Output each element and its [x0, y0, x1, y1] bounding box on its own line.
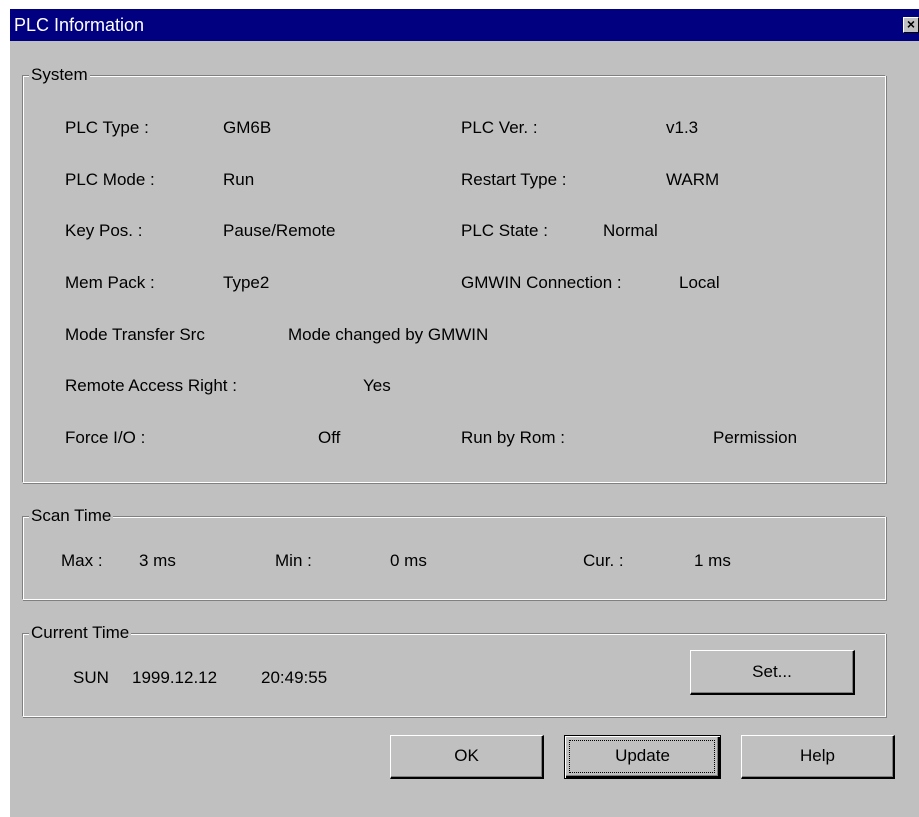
help-button[interactable]: Help	[741, 735, 895, 779]
plc-ver-value: v1.3	[666, 118, 699, 137]
key-pos-label: Key Pos. :	[65, 221, 143, 240]
plc-type-label: PLC Type :	[65, 118, 149, 137]
scan-min-value: 0 ms	[390, 551, 427, 570]
plc-state-value: Normal	[603, 221, 658, 240]
current-date: 1999.12.12	[132, 668, 218, 687]
run-by-rom-value: Permission	[713, 428, 798, 447]
current-clock: 20:49:55	[261, 668, 328, 687]
current-day: SUN	[73, 668, 109, 687]
restart-type-label: Restart Type :	[461, 170, 567, 189]
ok-button[interactable]: OK	[390, 735, 544, 779]
system-group: System PLC Type : GM6B PLC Ver. : v1.3 P…	[22, 65, 886, 483]
window-title: PLC Information	[14, 15, 145, 35]
mode-transfer-src-label: Mode Transfer Src	[65, 325, 205, 344]
plc-mode-label: PLC Mode :	[65, 170, 155, 189]
plc-state-label: PLC State :	[461, 221, 548, 240]
scan-max-label: Max :	[61, 551, 103, 570]
mode-transfer-src-value: Mode changed by GMWIN	[288, 325, 489, 344]
remote-access-right-value: Yes	[363, 376, 391, 395]
scan-cur-value: 1 ms	[694, 551, 731, 570]
plc-information-dialog: PLC Information × System PLC Type : GM6B…	[9, 8, 919, 817]
scan-cur-label: Cur. :	[583, 551, 624, 570]
scan-max-value: 3 ms	[139, 551, 176, 570]
scan-time-legend: Scan Time	[29, 506, 114, 526]
update-button[interactable]: Update	[564, 735, 721, 779]
mem-pack-value: Type2	[223, 273, 270, 292]
remote-access-right-label: Remote Access Right :	[65, 376, 237, 395]
scan-time-group: Scan Time Max : 3 ms Min : 0 ms Cur. : 1…	[22, 506, 886, 600]
plc-ver-label: PLC Ver. :	[461, 118, 538, 137]
force-io-value: Off	[318, 428, 341, 447]
plc-type-value: GM6B	[223, 118, 272, 137]
force-io-label: Force I/O :	[65, 428, 146, 447]
restart-type-value: WARM	[666, 170, 720, 189]
plc-mode-value: Run	[223, 170, 255, 189]
title-bar[interactable]: PLC Information ×	[10, 9, 919, 41]
gmwin-connection-value: Local	[679, 273, 720, 292]
set-time-button[interactable]: Set...	[690, 650, 855, 695]
current-time-legend: Current Time	[29, 623, 132, 643]
scan-min-label: Min :	[275, 551, 312, 570]
gmwin-connection-label: GMWIN Connection :	[461, 273, 622, 292]
key-pos-value: Pause/Remote	[223, 221, 336, 240]
focus-rectangle	[569, 740, 715, 773]
run-by-rom-label: Run by Rom :	[461, 428, 565, 447]
system-legend: System	[29, 65, 90, 85]
current-time-group: Current Time SUN 1999.12.12 20:49:55 Set…	[22, 623, 886, 717]
close-icon[interactable]: ×	[903, 17, 919, 33]
mem-pack-label: Mem Pack :	[65, 273, 155, 292]
